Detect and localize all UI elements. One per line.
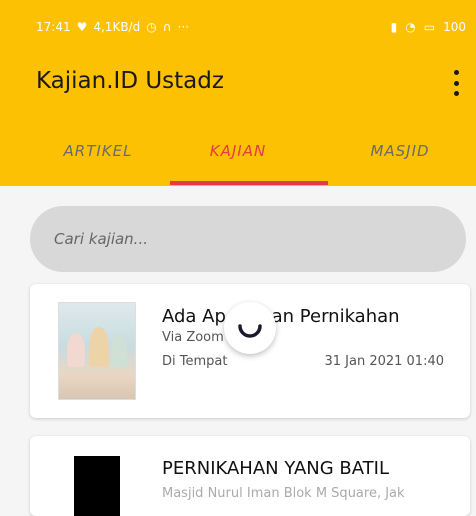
battery-icon: ▭: [423, 20, 436, 34]
tab-masjid[interactable]: MASJID: [340, 142, 460, 160]
more-options-icon[interactable]: [450, 70, 462, 96]
tab-artikel[interactable]: ARTIKEL: [48, 142, 148, 160]
item-via: Masjid Nurul Iman Blok M Square, Jak: [162, 486, 405, 501]
heart-icon: ♥: [76, 20, 88, 34]
alarm-icon: ◷: [146, 20, 157, 34]
more-notifications: ···: [177, 20, 189, 34]
search-placeholder: Cari kajian...: [54, 230, 148, 248]
tab-indicator: [170, 181, 328, 185]
status-bar: 17:41 ♥ 4,1KB/d ◷ ∩ ··· ▮ ◔ ▭ 100: [0, 0, 476, 52]
signal-icon: ▮: [390, 20, 398, 34]
tab-bar: ARTIKEL KAJIAN MASJID: [0, 132, 476, 186]
item-title: Ada Ap... ngan Pernikahan: [162, 306, 400, 327]
item-via: Via Zoom: [162, 330, 224, 345]
app-title: Kajian.ID Ustadz: [36, 68, 224, 94]
network-speed: 4,1KB/d: [93, 20, 141, 34]
headphones-icon: ∩: [162, 20, 172, 34]
item-location: Di Tempat: [162, 354, 228, 369]
poster-image: [58, 302, 136, 400]
spinner-icon: [238, 324, 262, 338]
battery-level: 100: [443, 20, 466, 34]
loading-spinner: [224, 302, 276, 354]
poster-image: [74, 456, 120, 516]
item-date: 31 Jan 2021 01:40: [324, 354, 444, 369]
item-title: PERNIKAHAN YANG BATIL: [162, 458, 389, 479]
status-time: 17:41: [36, 20, 71, 34]
wifi-icon: ◔: [405, 20, 416, 34]
list-item[interactable]: PERNIKAHAN YANG BATIL Masjid Nurul Iman …: [30, 436, 470, 516]
search-input[interactable]: Cari kajian...: [30, 206, 466, 272]
app-bar: 17:41 ♥ 4,1KB/d ◷ ∩ ··· ▮ ◔ ▭ 100 Kajian…: [0, 0, 476, 186]
tab-kajian[interactable]: KAJIAN: [188, 142, 288, 160]
